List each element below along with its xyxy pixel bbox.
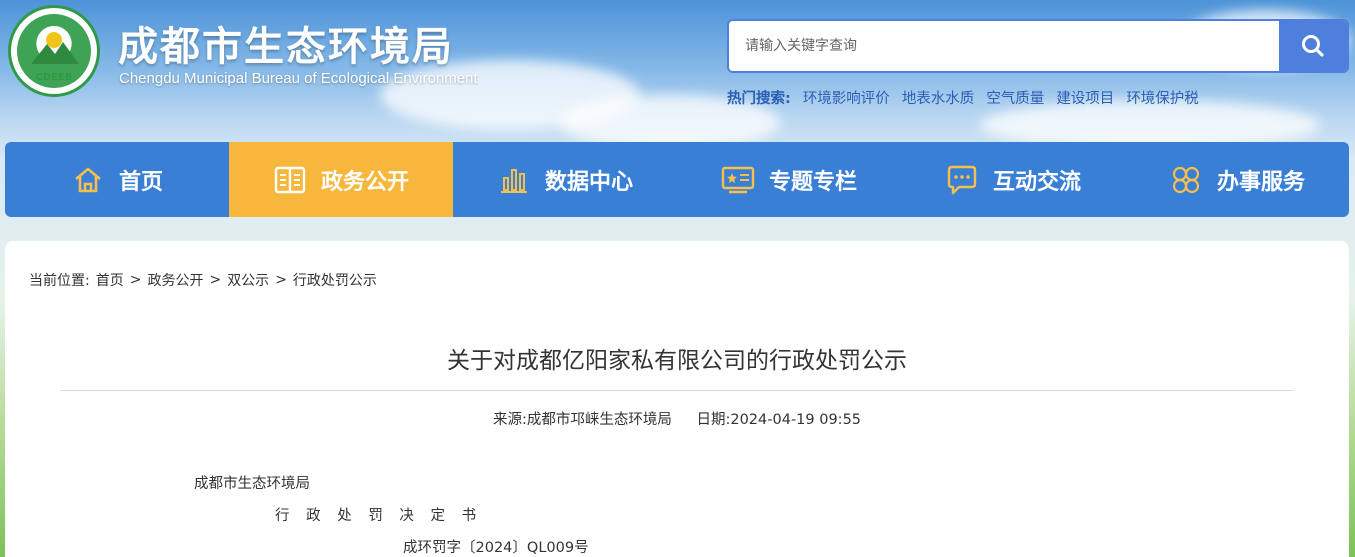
nav-item-label: 政务公开 (320, 169, 409, 195)
article-meta: 来源:成都市邛崃生态环境局 日期:2024-04-19 09:55 (5, 408, 1349, 429)
board-icon (721, 163, 755, 197)
nav-item-home[interactable]: 首页 (5, 142, 229, 217)
chat-icon (945, 163, 979, 197)
site-header: CDEEB 成都市生态环境局 Chengdu Municipal Bureau … (0, 0, 1355, 142)
search-button[interactable] (1279, 21, 1347, 71)
nav-item-special-topics[interactable]: 专题专栏 (677, 142, 901, 217)
breadcrumb: 当前位置: 首页 > 政务公开 > 双公示 > 行政处罚公示 (29, 270, 377, 290)
hot-search-label: 热门搜索: (727, 91, 791, 107)
hot-search-link[interactable]: 环境影响评价 (803, 87, 890, 108)
article-title: 关于对成都亿阳家私有限公司的行政处罚公示 (447, 348, 907, 374)
main-nav: 首页 政务公开 数据中心 专题专栏 互动交流 办事服务 (5, 142, 1349, 217)
nav-item-services[interactable]: 办事服务 (1125, 142, 1349, 217)
book-icon (273, 163, 307, 197)
article-panel: 当前位置: 首页 > 政务公开 > 双公示 > 行政处罚公示 关于对成都亿阳家私… (5, 241, 1349, 557)
breadcrumb-link-government-affairs[interactable]: 政务公开 (147, 270, 203, 290)
nav-item-label: 互动交流 (992, 169, 1081, 195)
breadcrumb-separator: > (275, 272, 287, 288)
bar-chart-icon (497, 163, 531, 197)
article-line: 成环罚字〔2024〕QL009号 (403, 540, 589, 556)
search-input[interactable] (729, 21, 1280, 71)
hot-search-link[interactable]: 建设项目 (1056, 87, 1114, 108)
hot-search-link[interactable]: 空气质量 (986, 87, 1044, 108)
logo-text: CDEEB (35, 72, 73, 83)
site-subtitle: Chengdu Municipal Bureau of Ecological E… (119, 70, 478, 87)
article-source: 来源:成都市邛崃生态环境局 (492, 412, 672, 428)
title-divider (60, 390, 1294, 391)
hot-search-link[interactable]: 地表水水质 (902, 87, 975, 108)
article-line: 成都市生态环境局 (194, 476, 310, 492)
search-icon (1302, 35, 1324, 57)
nav-item-data-center[interactable]: 数据中心 (453, 142, 677, 217)
nav-item-label: 数据中心 (544, 169, 633, 195)
nav-item-government-affairs[interactable]: 政务公开 (229, 142, 453, 217)
nav-item-label: 办事服务 (1216, 169, 1305, 195)
article-line: 行 政 处 罚 决 定 书 (275, 508, 483, 524)
breadcrumb-label: 当前位置: (29, 273, 90, 289)
site-title: 成都市生态环境局 (118, 24, 454, 70)
breadcrumb-link-home[interactable]: 首页 (96, 270, 124, 290)
article-date: 日期:2024-04-19 09:55 (696, 412, 862, 428)
hot-search-link[interactable]: 环境保护税 (1126, 87, 1199, 108)
nav-item-label: 首页 (118, 169, 163, 195)
breadcrumb-link-penalty-publicity[interactable]: 行政处罚公示 (293, 270, 377, 290)
breadcrumb-separator: > (129, 272, 142, 288)
clover-icon (1169, 163, 1203, 197)
search-box (727, 19, 1349, 73)
nav-item-label: 专题专栏 (768, 169, 857, 195)
nav-item-interaction[interactable]: 互动交流 (901, 142, 1125, 217)
breadcrumb-link-double-publicity[interactable]: 双公示 (227, 270, 269, 290)
hot-search: 热门搜索: 环境影响评价 地表水水质 空气质量 建设项目 环境保护税 (727, 87, 1199, 108)
home-icon (71, 163, 105, 197)
breadcrumb-separator: > (209, 272, 222, 288)
bureau-logo[interactable]: CDEEB (8, 5, 100, 97)
